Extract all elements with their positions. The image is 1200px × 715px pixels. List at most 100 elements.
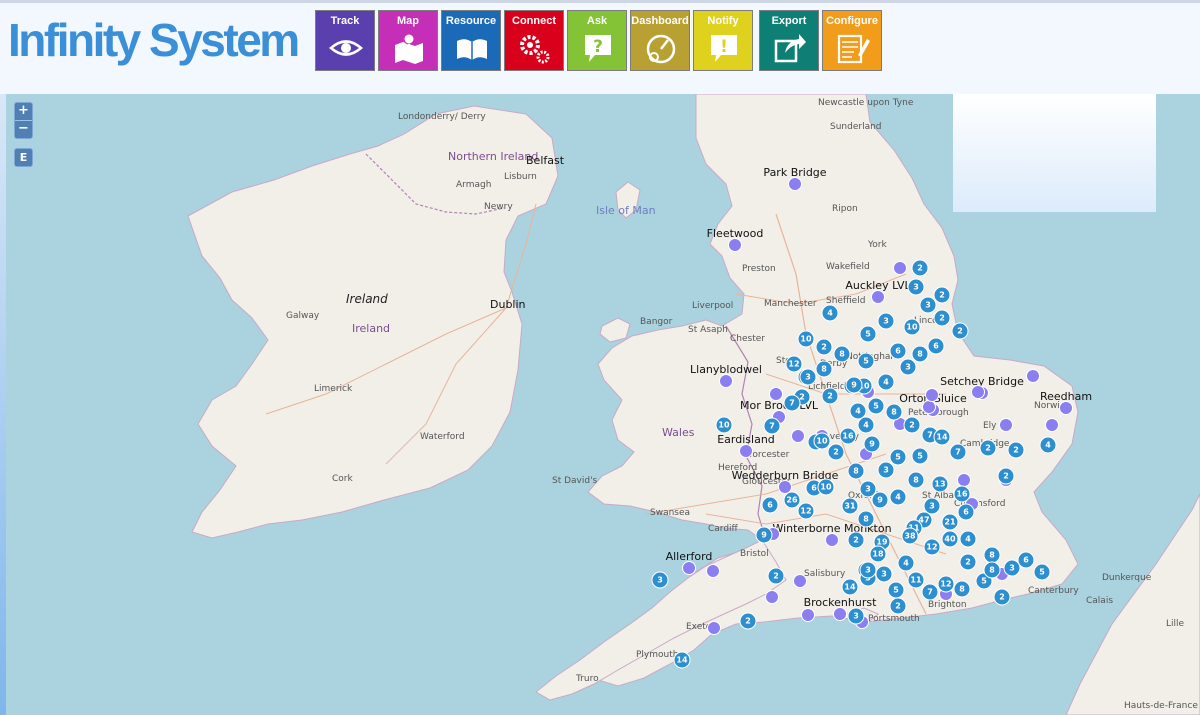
cluster-marker[interactable]: 2 — [739, 612, 757, 630]
cluster-marker[interactable]: 8 — [983, 561, 1001, 579]
cluster-marker[interactable]: 4 — [877, 373, 895, 391]
map-marker[interactable] — [925, 388, 939, 402]
cluster-marker[interactable]: 7 — [921, 583, 939, 601]
map-marker[interactable] — [793, 574, 807, 588]
site-marker[interactable] — [719, 374, 733, 388]
site-marker[interactable] — [833, 607, 847, 621]
cluster-marker[interactable]: 26 — [783, 491, 801, 509]
site-marker[interactable] — [788, 177, 802, 191]
cluster-marker[interactable]: 31 — [841, 497, 859, 515]
cluster-marker[interactable]: 7 — [949, 443, 967, 461]
site-marker[interactable] — [728, 238, 742, 252]
cluster-marker[interactable]: 3 — [877, 461, 895, 479]
cluster-marker[interactable]: 14 — [673, 651, 691, 669]
cluster-marker[interactable]: 6 — [957, 503, 975, 521]
cluster-marker[interactable]: 2 — [933, 286, 951, 304]
cluster-marker[interactable]: 5 — [889, 448, 907, 466]
cluster-marker[interactable]: 3 — [799, 368, 817, 386]
toolbar-resource-button[interactable]: Resource — [441, 10, 501, 71]
cluster-marker[interactable]: 2 — [1007, 441, 1025, 459]
cluster-marker[interactable]: 10 — [715, 416, 733, 434]
map-marker[interactable] — [1026, 369, 1040, 383]
cluster-marker[interactable]: 3 — [859, 480, 877, 498]
cluster-marker[interactable]: 2 — [767, 567, 785, 585]
map-marker[interactable] — [765, 590, 779, 604]
cluster-marker[interactable]: 3 — [875, 565, 893, 583]
cluster-marker[interactable]: 18 — [869, 545, 887, 563]
cluster-marker[interactable]: 11 — [907, 571, 925, 589]
cluster-marker[interactable]: 2 — [959, 553, 977, 571]
cluster-marker[interactable]: 5 — [911, 447, 929, 465]
cluster-marker[interactable]: 4 — [889, 488, 907, 506]
cluster-marker[interactable]: 8 — [815, 360, 833, 378]
cluster-marker[interactable]: 16 — [953, 485, 971, 503]
cluster-marker[interactable]: 3 — [907, 278, 925, 296]
cluster-marker[interactable]: 2 — [933, 309, 951, 327]
cluster-marker[interactable]: 2 — [889, 597, 907, 615]
zoom-in-button[interactable]: + — [15, 103, 32, 120]
cluster-marker[interactable]: 2 — [911, 259, 929, 277]
map-marker[interactable] — [1045, 418, 1059, 432]
map-marker[interactable] — [706, 564, 720, 578]
cluster-marker[interactable]: 3 — [877, 312, 895, 330]
cluster-marker[interactable]: 2 — [997, 467, 1015, 485]
cluster-marker[interactable]: 2 — [827, 443, 845, 461]
site-marker[interactable] — [682, 561, 696, 575]
cluster-marker[interactable]: 9 — [845, 376, 863, 394]
site-marker[interactable] — [1059, 401, 1073, 415]
cluster-marker[interactable]: 4 — [897, 554, 915, 572]
cluster-marker[interactable]: 8 — [857, 510, 875, 528]
toolbar-configure-button[interactable]: Configure — [822, 10, 882, 71]
cluster-marker[interactable]: 8 — [953, 580, 971, 598]
cluster-marker[interactable]: 16 — [839, 427, 857, 445]
cluster-marker[interactable]: 10 — [817, 478, 835, 496]
cluster-marker[interactable]: 13 — [931, 475, 949, 493]
toolbar-ask-button[interactable]: Ask? — [567, 10, 627, 71]
toolbar-export-button[interactable]: Export — [759, 10, 819, 71]
cluster-marker[interactable]: 6 — [889, 342, 907, 360]
cluster-marker[interactable]: 14 — [933, 428, 951, 446]
cluster-marker[interactable]: 9 — [863, 435, 881, 453]
toolbar-map-button[interactable]: Map — [378, 10, 438, 71]
zoom-out-button[interactable]: − — [15, 120, 32, 138]
cluster-marker[interactable]: 7 — [783, 394, 801, 412]
cluster-marker[interactable]: 4 — [959, 530, 977, 548]
cluster-marker[interactable]: 2 — [903, 416, 921, 434]
cluster-marker[interactable]: 2 — [821, 387, 839, 405]
cluster-marker[interactable]: 21 — [941, 513, 959, 531]
map-marker[interactable] — [893, 261, 907, 275]
cluster-marker[interactable]: 2 — [847, 531, 865, 549]
map-e-button[interactable]: E — [14, 148, 33, 167]
cluster-marker[interactable]: 3 — [859, 561, 877, 579]
cluster-marker[interactable]: 9 — [755, 526, 773, 544]
cluster-marker[interactable]: 3 — [919, 296, 937, 314]
cluster-marker[interactable]: 8 — [885, 403, 903, 421]
cluster-marker[interactable]: 10 — [797, 330, 815, 348]
cluster-marker[interactable]: 40 — [941, 530, 959, 548]
map-marker[interactable] — [922, 400, 936, 414]
map-marker[interactable] — [791, 429, 805, 443]
map-marker[interactable] — [999, 418, 1013, 432]
cluster-marker[interactable]: 12 — [923, 538, 941, 556]
cluster-marker[interactable]: 6 — [1017, 551, 1035, 569]
toolbar-connect-button[interactable]: Connect — [504, 10, 564, 71]
cluster-marker[interactable]: 5 — [857, 352, 875, 370]
cluster-marker[interactable]: 14 — [841, 578, 859, 596]
map-marker[interactable] — [971, 385, 985, 399]
cluster-marker[interactable]: 8 — [833, 345, 851, 363]
cluster-marker[interactable]: 8 — [847, 462, 865, 480]
cluster-marker[interactable]: 5 — [1033, 563, 1051, 581]
cluster-marker[interactable]: 8 — [907, 471, 925, 489]
cluster-marker[interactable]: 4 — [821, 304, 839, 322]
cluster-marker[interactable]: 38 — [901, 527, 919, 545]
site-marker[interactable] — [871, 290, 885, 304]
cluster-marker[interactable]: 10 — [903, 318, 921, 336]
cluster-marker[interactable]: 7 — [763, 417, 781, 435]
site-marker[interactable] — [739, 444, 753, 458]
cluster-marker[interactable]: 2 — [815, 338, 833, 356]
cluster-marker[interactable]: 5 — [867, 397, 885, 415]
cluster-marker[interactable]: 12 — [937, 575, 955, 593]
map-marker[interactable] — [801, 608, 815, 622]
cluster-marker[interactable]: 3 — [651, 571, 669, 589]
map-marker[interactable] — [707, 621, 721, 635]
